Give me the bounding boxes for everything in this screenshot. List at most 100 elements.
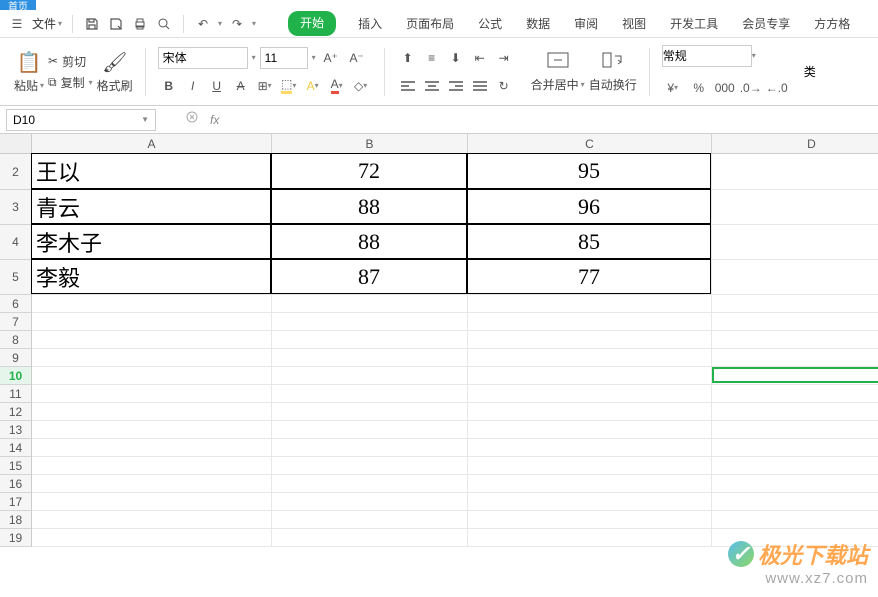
cell-D2[interactable] (712, 154, 878, 190)
row-header-14[interactable]: 14 (0, 439, 32, 457)
tab-devtools[interactable]: 开发工具 (668, 11, 720, 36)
cell-B8[interactable] (272, 331, 468, 349)
cell-B2[interactable]: 72 (271, 153, 467, 189)
cell-C6[interactable] (468, 295, 712, 313)
increase-font-icon[interactable]: A⁺ (320, 47, 342, 69)
cell-A7[interactable] (32, 313, 272, 331)
print-icon[interactable] (131, 15, 149, 33)
thousands-icon[interactable]: 000 (714, 77, 736, 99)
col-header-D[interactable]: D (712, 134, 878, 154)
cell-D16[interactable] (712, 475, 878, 493)
cell-D12[interactable] (712, 403, 878, 421)
select-all-corner[interactable] (0, 134, 32, 154)
tab-member[interactable]: 会员专享 (740, 11, 792, 36)
cell-A12[interactable] (32, 403, 272, 421)
tab-view[interactable]: 视图 (620, 11, 648, 36)
row-header-9[interactable]: 9 (0, 349, 32, 367)
cell-D3[interactable] (712, 190, 878, 225)
cell-C17[interactable] (468, 493, 712, 511)
hamburger-icon[interactable]: ☰ (8, 15, 26, 33)
cell-A18[interactable] (32, 511, 272, 529)
cell-B16[interactable] (272, 475, 468, 493)
cell-C12[interactable] (468, 403, 712, 421)
wrap-button[interactable]: 自动换行 (589, 51, 637, 93)
cell-C14[interactable] (468, 439, 712, 457)
align-justify-icon[interactable] (469, 75, 491, 97)
percent-icon[interactable]: % (688, 77, 710, 99)
indent-increase-icon[interactable]: ⇥ (493, 47, 515, 69)
copy-button[interactable]: ⧉复制▾ (48, 74, 93, 91)
cell-C11[interactable] (468, 385, 712, 403)
underline-button[interactable]: U (206, 75, 228, 97)
cell-A15[interactable] (32, 457, 272, 475)
cell-C3[interactable]: 96 (467, 189, 711, 224)
align-right-icon[interactable] (445, 75, 467, 97)
cell-D6[interactable] (712, 295, 878, 313)
row-header-7[interactable]: 7 (0, 313, 32, 331)
cell-D11[interactable] (712, 385, 878, 403)
fx-icon[interactable]: fx (210, 113, 219, 127)
cell-D15[interactable] (712, 457, 878, 475)
cell-C8[interactable] (468, 331, 712, 349)
cell-C16[interactable] (468, 475, 712, 493)
cell-A14[interactable] (32, 439, 272, 457)
row-header-17[interactable]: 17 (0, 493, 32, 511)
tab-formula[interactable]: 公式 (476, 11, 504, 36)
name-box-dropdown[interactable]: ▼ (141, 115, 149, 124)
row-header-13[interactable]: 13 (0, 421, 32, 439)
cell-B4[interactable]: 88 (271, 224, 467, 259)
cell-B7[interactable] (272, 313, 468, 331)
cell-B13[interactable] (272, 421, 468, 439)
font-name-dropdown[interactable]: ▾ (252, 53, 256, 62)
cell-B14[interactable] (272, 439, 468, 457)
cell-A16[interactable] (32, 475, 272, 493)
cell-B6[interactable] (272, 295, 468, 313)
row-header-10[interactable]: 10 (0, 367, 32, 385)
row-header-16[interactable]: 16 (0, 475, 32, 493)
decrease-font-icon[interactable]: A⁻ (346, 47, 368, 69)
cell-B10[interactable] (272, 367, 468, 385)
row-header-8[interactable]: 8 (0, 331, 32, 349)
cell-D18[interactable] (712, 511, 878, 529)
font-size-select[interactable] (260, 47, 308, 69)
tab-pagelayout[interactable]: 页面布局 (404, 11, 456, 36)
cancel-formula-icon[interactable] (186, 111, 200, 128)
indent-decrease-icon[interactable]: ⇤ (469, 47, 491, 69)
print-preview-icon[interactable] (155, 15, 173, 33)
cell-D10[interactable] (712, 367, 878, 385)
cell-D8[interactable] (712, 331, 878, 349)
cell-C18[interactable] (468, 511, 712, 529)
clear-format-button[interactable]: ◇▾ (350, 75, 372, 97)
cell-D17[interactable] (712, 493, 878, 511)
cell-B15[interactable] (272, 457, 468, 475)
col-header-A[interactable]: A (32, 134, 272, 154)
font-color-button[interactable]: A▾ (326, 75, 348, 97)
cell-D7[interactable] (712, 313, 878, 331)
cell-C5[interactable]: 77 (467, 259, 711, 294)
cell-A13[interactable] (32, 421, 272, 439)
redo-dropdown[interactable]: ▾ (252, 19, 256, 28)
align-bottom-icon[interactable]: ⬇ (445, 47, 467, 69)
fill-color-button[interactable]: ⬚▾ (278, 75, 300, 97)
decrease-decimal-icon[interactable]: ←.0 (766, 77, 788, 99)
cell-C13[interactable] (468, 421, 712, 439)
cell-A9[interactable] (32, 349, 272, 367)
align-left-icon[interactable] (397, 75, 419, 97)
cell-C10[interactable] (468, 367, 712, 385)
cell-B12[interactable] (272, 403, 468, 421)
paste-button[interactable]: 📋 粘贴▾ (14, 50, 44, 94)
border-button[interactable]: ⊞▾ (254, 75, 276, 97)
cell-A8[interactable] (32, 331, 272, 349)
cell-C9[interactable] (468, 349, 712, 367)
cell-C7[interactable] (468, 313, 712, 331)
row-header-5[interactable]: 5 (0, 260, 32, 295)
cell-A2[interactable]: 王以 (31, 153, 271, 189)
cell-A3[interactable]: 青云 (31, 189, 271, 224)
cell-C4[interactable]: 85 (467, 224, 711, 259)
save-icon[interactable] (83, 15, 101, 33)
cell-D13[interactable] (712, 421, 878, 439)
row-header-12[interactable]: 12 (0, 403, 32, 421)
row-header-11[interactable]: 11 (0, 385, 32, 403)
highlight-button[interactable]: A▾ (302, 75, 324, 97)
row-header-18[interactable]: 18 (0, 511, 32, 529)
